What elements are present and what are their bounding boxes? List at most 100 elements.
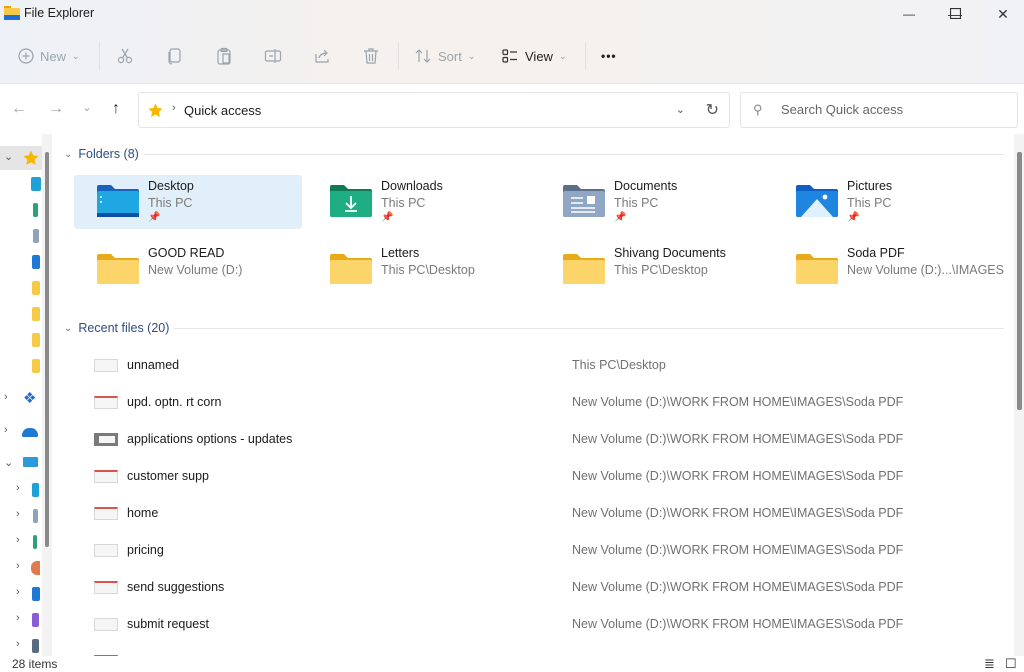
close-button[interactable]: ✕	[980, 0, 1024, 28]
folders-section-header[interactable]: ⌄ Folders (8)	[64, 144, 139, 164]
chevron-down-icon[interactable]: ⌄	[4, 150, 13, 163]
file-location: New Volume (D:)\WORK FROM HOME\IMAGES\So…	[572, 543, 904, 557]
see-more-button[interactable]: •••	[601, 40, 617, 72]
share-button[interactable]	[313, 40, 331, 72]
file-thumbnail-icon	[94, 359, 118, 372]
divider	[398, 42, 399, 70]
sidebar-scrollbar-thumb[interactable]	[45, 152, 49, 547]
maximize-button[interactable]	[932, 0, 978, 28]
star-icon	[23, 150, 39, 165]
nav-item-folder[interactable]	[0, 302, 42, 326]
nav-item-folder[interactable]	[0, 354, 42, 378]
folder-icon	[32, 333, 40, 347]
nav-item-folder[interactable]	[0, 276, 42, 300]
recent-file-row[interactable]: customer supp New Volume (D:)\WORK FROM …	[72, 459, 1012, 493]
recent-file-row[interactable]: pricing New Volume (D:)\WORK FROM HOME\I…	[72, 533, 1012, 567]
cut-icon	[117, 48, 133, 64]
nav-item-pictures[interactable]: ›	[0, 582, 42, 606]
nav-item-documents[interactable]	[0, 224, 42, 248]
documents-folder-icon	[33, 229, 39, 243]
folder-tile[interactable]: Soda PDF New Volume (D:)...\IMAGES	[773, 242, 1004, 296]
chevron-right-icon[interactable]: ›	[16, 586, 20, 598]
nav-item-drive[interactable]: ›	[0, 634, 42, 656]
nav-item-onedrive[interactable]: ›	[0, 420, 42, 444]
refresh-icon[interactable]: ↻	[706, 100, 719, 120]
chevron-right-icon[interactable]: ›	[16, 638, 20, 650]
tiles-view-icon[interactable]: ☐	[1005, 656, 1017, 672]
nav-item-folder[interactable]	[0, 328, 42, 352]
desktop-folder-icon	[31, 177, 41, 191]
folders-header-label: Folders (8)	[78, 147, 139, 161]
search-input[interactable]	[781, 102, 1001, 117]
folder-tile[interactable]: Downloads This PC 📌	[307, 175, 535, 229]
paste-button[interactable]	[215, 40, 233, 72]
recent-file-row[interactable]: send suggestions New Volume (D:)\WORK FR…	[72, 570, 1012, 604]
folder-name: Pictures	[847, 179, 893, 193]
recent-file-row[interactable]: home New Volume (D:)\WORK FROM HOME\IMAG…	[72, 496, 1012, 530]
minimize-btn[interactable]: —	[886, 0, 932, 28]
recent-file-row-partial[interactable]	[72, 644, 1012, 656]
search-box[interactable]: ⚲	[740, 92, 1018, 128]
folder-tile[interactable]: GOOD READ New Volume (D:)	[74, 242, 302, 296]
sort-label: Sort	[438, 48, 462, 64]
cut-button[interactable]	[116, 40, 134, 72]
recent-file-row[interactable]: submit request New Volume (D:)\WORK FROM…	[72, 607, 1012, 641]
breadcrumb-quick-access[interactable]: Quick access	[184, 103, 261, 118]
recent-locations-button[interactable]: ⌄	[76, 96, 98, 118]
folder-tile[interactable]: Letters This PC\Desktop	[307, 242, 535, 296]
rename-button[interactable]	[264, 40, 282, 72]
nav-item-dropbox[interactable]: › ❖	[0, 387, 42, 411]
documents-folder-icon	[33, 509, 38, 523]
details-view-icon[interactable]: ≣	[984, 656, 995, 672]
recent-file-row[interactable]: upd. optn. rt corn New Volume (D:)\WORK …	[72, 385, 1012, 419]
nav-item-desktop[interactable]: ›	[0, 478, 42, 502]
chevron-right-icon[interactable]: ›	[16, 612, 20, 624]
nav-item-music[interactable]: ›	[0, 556, 42, 580]
view-icon	[502, 49, 517, 63]
nav-item-this-pc[interactable]: ⌄	[0, 452, 42, 476]
sort-button[interactable]: Sort ⌄	[414, 40, 475, 72]
chevron-right-icon[interactable]: ›	[16, 534, 20, 546]
recent-file-row[interactable]: applications options - updates New Volum…	[72, 422, 1012, 456]
chevron-right-icon[interactable]: ›	[16, 560, 20, 572]
recent-file-row[interactable]: unnamed This PC\Desktop	[72, 348, 1012, 382]
copy-button[interactable]	[166, 40, 184, 72]
chevron-right-icon[interactable]: ›	[16, 508, 20, 520]
nav-item-documents[interactable]: ›	[0, 504, 42, 528]
nav-item-downloads[interactable]	[0, 198, 42, 222]
file-location: New Volume (D:)\WORK FROM HOME\IMAGES\So…	[572, 580, 904, 594]
file-location: New Volume (D:)\WORK FROM HOME\IMAGES\So…	[572, 432, 904, 446]
copy-icon	[168, 48, 181, 65]
nav-item-downloads[interactable]: ›	[0, 530, 42, 554]
folder-tile[interactable]: Documents This PC 📌	[540, 175, 768, 229]
new-label: New	[40, 48, 67, 64]
up-button[interactable]: ↑	[105, 98, 127, 120]
folder-tile[interactable]: Pictures This PC 📌	[773, 175, 1001, 229]
chevron-right-icon[interactable]: ›	[16, 482, 20, 494]
command-bar: New ⌄ Sort ⌄ View ⌄ •••	[0, 28, 1024, 84]
file-thumbnail-icon	[94, 581, 118, 594]
nav-item-videos[interactable]: ›	[0, 608, 42, 632]
divider	[585, 42, 586, 70]
folder-location: New Volume (D:)...\IMAGES	[847, 263, 1004, 277]
nav-item-desktop[interactable]	[0, 172, 42, 196]
folder-tile[interactable]: Desktop This PC 📌	[74, 175, 302, 229]
onedrive-icon	[22, 428, 38, 437]
back-button[interactable]: ←	[8, 98, 30, 120]
nav-quick-access[interactable]: ⌄	[0, 146, 42, 170]
folder-tile[interactable]: Shivang Documents This PC\Desktop	[540, 242, 768, 296]
new-button[interactable]: New ⌄	[18, 40, 80, 72]
nav-item-pictures[interactable]	[0, 250, 42, 274]
content-scrollbar-thumb[interactable]	[1017, 152, 1022, 410]
address-bar[interactable]: › Quick access ⌄ ↻	[138, 92, 730, 128]
chevron-right-icon[interactable]: ›	[4, 424, 8, 436]
delete-button[interactable]	[362, 40, 380, 72]
forward-button[interactable]: →	[45, 98, 67, 120]
folder-name: Soda PDF	[847, 246, 905, 260]
address-history-dropdown-icon[interactable]: ⌄	[676, 103, 685, 116]
chevron-down-icon: ⌄	[558, 50, 567, 61]
recent-files-section-header[interactable]: ⌄ Recent files (20)	[64, 318, 169, 338]
view-button[interactable]: View ⌄	[501, 40, 567, 72]
chevron-down-icon[interactable]: ⌄	[4, 456, 13, 469]
chevron-right-icon[interactable]: ›	[4, 391, 8, 403]
